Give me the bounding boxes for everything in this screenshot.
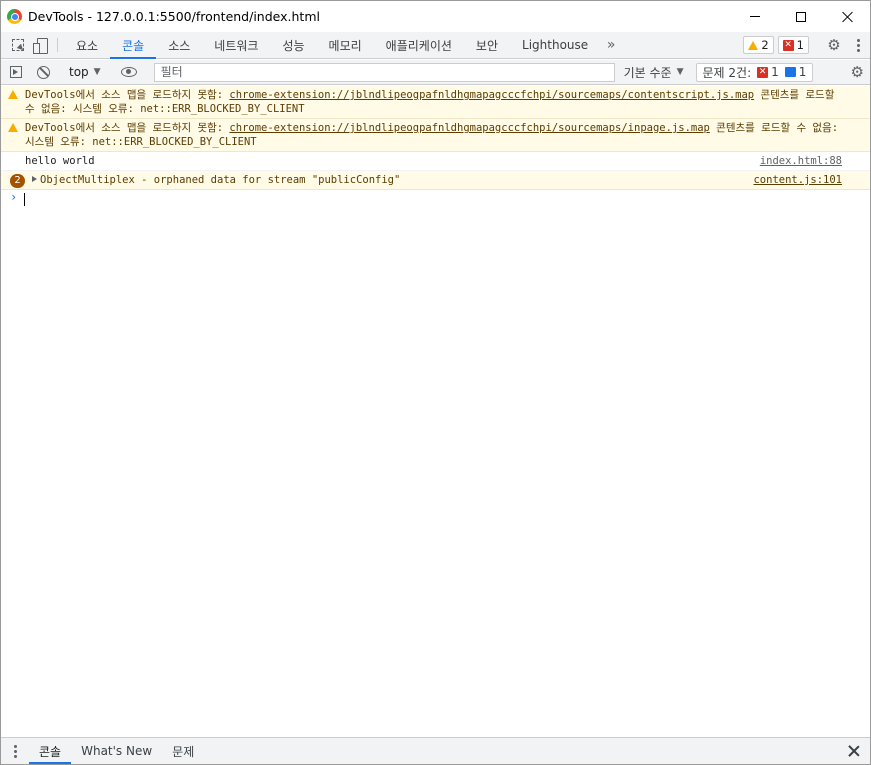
maximize-button[interactable] [778, 1, 824, 32]
info-message-icon [784, 67, 796, 77]
drawer-tab-console[interactable]: 콘솔 [29, 738, 72, 764]
show-sidebar-icon[interactable] [10, 66, 22, 78]
expand-triangle-icon[interactable] [32, 176, 37, 182]
chevron-down-icon: ▼ [93, 67, 101, 77]
error-icon: ✕ [757, 66, 769, 78]
repeat-count-badge: 2 [10, 174, 25, 188]
close-drawer-icon[interactable] [848, 745, 860, 757]
issues-error-count: 1 [771, 65, 779, 79]
tab-network[interactable]: 네트워크 [202, 32, 270, 58]
live-expression-eye-icon[interactable] [120, 67, 137, 77]
source-location-link[interactable]: index.html:88 [760, 154, 842, 168]
issues-info-count: 1 [798, 65, 807, 79]
more-options-icon[interactable] [846, 32, 870, 58]
context-selector[interactable]: top ▼ [63, 65, 107, 79]
settings-gear-icon[interactable]: ⚙ [822, 32, 846, 58]
devtools-window: DevTools - 127.0.0.1:5500/frontend/index… [0, 0, 871, 765]
warnings-badge[interactable]: 2 [743, 36, 774, 54]
device-toolbar-button[interactable] [29, 32, 51, 58]
console-prompt[interactable]: › [1, 190, 870, 208]
drawer-tab-bar: 콘솔 What's New 문제 [1, 737, 870, 764]
console-settings-gear-icon[interactable]: ⚙ [851, 60, 864, 84]
drawer-menu-icon[interactable] [1, 738, 29, 764]
log-text: hello world [25, 155, 95, 167]
window-title: DevTools - 127.0.0.1:5500/frontend/index… [28, 9, 320, 24]
inspect-element-icon [12, 39, 24, 51]
filter-input[interactable] [153, 62, 615, 82]
more-tabs-icon[interactable]: » [600, 32, 622, 58]
main-tab-bar: 요소 콘솔 소스 네트워크 성능 메모리 애플리케이션 보안 Lighthous… [1, 32, 870, 59]
tab-application[interactable]: 애플리케이션 [374, 32, 464, 58]
warning-icon [748, 40, 759, 50]
message-prefix: DevTools에서 소스 맵을 로드하지 못함: [25, 122, 230, 134]
warning-icon [8, 123, 18, 132]
tab-performance[interactable]: 성능 [270, 32, 316, 58]
console-output: DevTools에서 소스 맵을 로드하지 못함: chrome-extensi… [1, 86, 870, 208]
title-bar: DevTools - 127.0.0.1:5500/frontend/index… [1, 1, 870, 32]
inspect-element-button[interactable] [7, 32, 29, 58]
source-location-link[interactable]: content.js:101 [753, 173, 842, 187]
error-icon: ✕ [782, 39, 794, 51]
clear-console-icon[interactable] [37, 65, 50, 79]
tab-elements[interactable]: 요소 [64, 32, 110, 58]
warning-text: ObjectMultiplex - orphaned data for stre… [40, 174, 401, 186]
console-message-warning-group[interactable]: 2 ObjectMultiplex - orphaned data for st… [1, 171, 870, 190]
maximize-icon [796, 11, 806, 22]
context-value: top [69, 65, 89, 79]
console-message-warning: DevTools에서 소스 맵을 로드하지 못함: chrome-extensi… [1, 86, 870, 119]
prompt-chevron-icon: › [10, 190, 18, 204]
log-levels-dropdown[interactable]: 기본 수준 ▼ [624, 64, 684, 81]
issues-label: 문제 2건: [702, 65, 752, 80]
tab-memory[interactable]: 메모리 [317, 32, 374, 58]
warning-icon [8, 90, 18, 99]
minimize-icon [750, 16, 760, 17]
window-controls [732, 1, 870, 32]
tab-bar-right: 2 ✕ 1 ⚙ [743, 32, 870, 58]
issues-button[interactable]: 문제 2건: ✕ 1 1 [695, 62, 814, 82]
chrome-logo-icon [7, 9, 22, 24]
close-button[interactable] [824, 1, 870, 32]
drawer-tab-whats-new[interactable]: What's New [71, 738, 162, 764]
console-toolbar: top ▼ 기본 수준 ▼ 문제 2건: ✕ 1 1 ⚙ [1, 60, 870, 85]
tab-security[interactable]: 보안 [464, 32, 510, 58]
errors-count: 1 [796, 38, 804, 52]
drawer-tab-issues[interactable]: 문제 [162, 738, 204, 764]
chevron-down-icon: ▼ [676, 67, 684, 77]
toolbar-divider [57, 38, 58, 52]
tab-sources[interactable]: 소스 [156, 32, 202, 58]
console-message-warning: DevTools에서 소스 맵을 로드하지 못함: chrome-extensi… [1, 119, 870, 152]
close-icon [841, 11, 853, 23]
errors-badge[interactable]: ✕ 1 [777, 36, 809, 54]
message-prefix: DevTools에서 소스 맵을 로드하지 못함: [25, 89, 230, 101]
tab-console[interactable]: 콘솔 [110, 32, 157, 59]
console-message-log: hello world index.html:88 [1, 152, 870, 171]
tab-lighthouse[interactable]: Lighthouse [510, 32, 600, 58]
sourcemap-link[interactable]: chrome-extension://jblndlipeogpafnldhgma… [229, 122, 709, 134]
text-cursor [24, 193, 25, 206]
sourcemap-link[interactable]: chrome-extension://jblndlipeogpafnldhgma… [229, 89, 754, 101]
device-toggle-icon [33, 38, 48, 54]
warnings-count: 2 [761, 38, 769, 52]
minimize-button[interactable] [732, 1, 778, 32]
log-levels-label: 기본 수준 [623, 65, 672, 80]
